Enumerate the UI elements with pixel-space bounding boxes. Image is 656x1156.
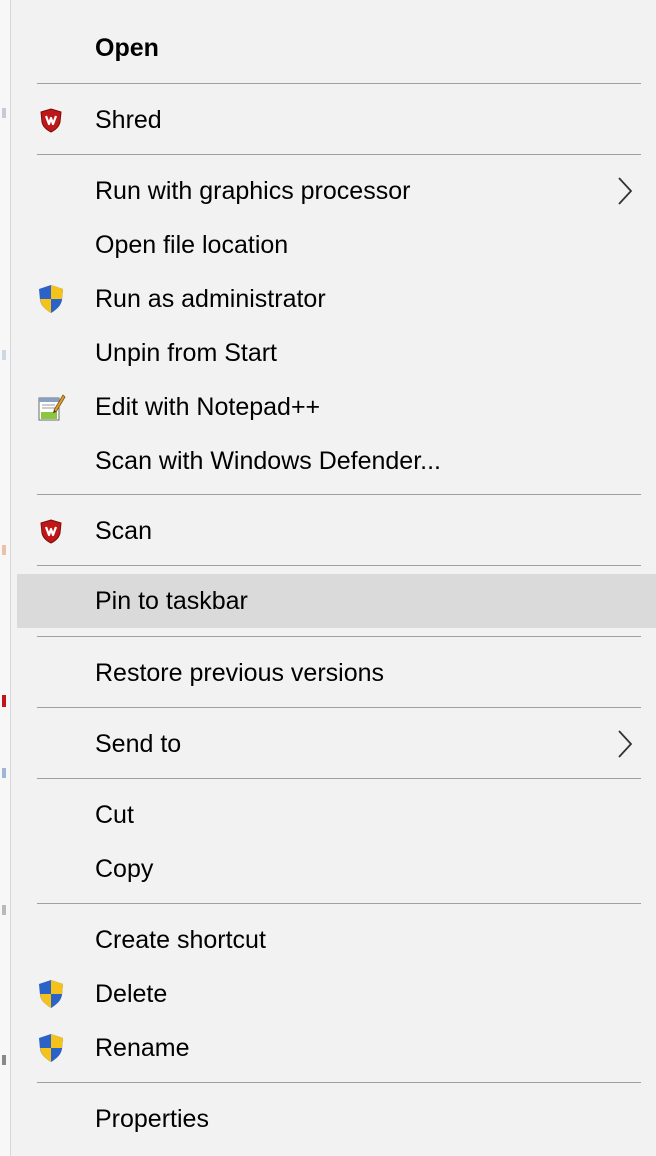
menu-item-restore-previous-versions[interactable]: Restore previous versions	[17, 646, 656, 700]
menu-item-cut[interactable]: Cut	[17, 788, 656, 842]
uac-shield-icon	[36, 979, 66, 1009]
menu-item-label: Unpin from Start	[95, 338, 278, 367]
background-window-mark	[2, 1055, 6, 1065]
chevron-right-icon	[617, 176, 633, 206]
background-window-mark	[2, 350, 6, 360]
menu-item-open-file-location[interactable]: Open file location	[17, 218, 656, 272]
uac-shield-icon	[36, 1033, 66, 1063]
screen: Open Shred Run with graphics processor O…	[0, 0, 656, 1156]
menu-item-label: Delete	[95, 979, 168, 1008]
background-window-mark	[2, 695, 6, 707]
menu-item-label: Properties	[95, 1104, 209, 1133]
menu-item-label: Copy	[95, 854, 154, 883]
menu-separator	[37, 154, 641, 155]
menu-item-label: Cut	[95, 800, 134, 829]
menu-item-label: Open	[95, 33, 159, 62]
menu-item-label: Open file location	[95, 230, 289, 259]
menu-item-shred[interactable]: Shred	[17, 93, 656, 147]
mcafee-shield-icon	[36, 516, 66, 546]
context-menu: Open Shred Run with graphics processor O…	[10, 0, 656, 1156]
notepad-plus-plus-icon	[36, 392, 66, 422]
background-window-mark	[2, 108, 6, 118]
menu-item-edit-with-notepad-plus-plus[interactable]: Edit with Notepad++	[17, 380, 656, 434]
menu-item-label: Rename	[95, 1033, 190, 1062]
menu-item-open[interactable]: Open	[17, 21, 656, 75]
menu-item-label: Restore previous versions	[95, 658, 385, 687]
background-window-mark	[2, 768, 6, 778]
menu-item-label: Run with graphics processor	[95, 176, 411, 205]
background-window-edge	[0, 0, 10, 1156]
mcafee-shield-icon	[36, 105, 66, 135]
menu-item-properties[interactable]: Properties	[17, 1092, 656, 1146]
menu-item-run-as-administrator[interactable]: Run as administrator	[17, 272, 656, 326]
menu-item-label: Pin to taskbar	[95, 586, 248, 615]
menu-separator	[37, 83, 641, 84]
menu-separator	[37, 778, 641, 779]
menu-separator	[37, 565, 641, 566]
uac-shield-icon	[36, 284, 66, 314]
menu-item-send-to[interactable]: Send to	[17, 717, 656, 771]
menu-item-run-with-graphics-processor[interactable]: Run with graphics processor	[17, 164, 656, 218]
menu-item-scan-with-windows-defender[interactable]: Scan with Windows Defender...	[17, 434, 656, 488]
menu-item-label: Scan with Windows Defender...	[95, 446, 441, 475]
menu-item-label: Create shortcut	[95, 925, 266, 954]
menu-item-label: Run as administrator	[95, 284, 326, 313]
menu-separator	[37, 1082, 641, 1083]
menu-item-scan[interactable]: Scan	[17, 504, 656, 558]
menu-item-delete[interactable]: Delete	[17, 967, 656, 1021]
menu-item-label: Edit with Notepad++	[95, 392, 321, 421]
menu-separator	[37, 636, 641, 637]
menu-item-copy[interactable]: Copy	[17, 842, 656, 896]
menu-item-pin-to-taskbar[interactable]: Pin to taskbar	[17, 574, 656, 628]
menu-item-rename[interactable]: Rename	[17, 1021, 656, 1075]
menu-separator	[37, 494, 641, 495]
background-window-mark	[2, 545, 6, 555]
menu-item-unpin-from-start[interactable]: Unpin from Start	[17, 326, 656, 380]
menu-separator	[37, 707, 641, 708]
menu-item-label: Shred	[95, 105, 162, 134]
menu-item-create-shortcut[interactable]: Create shortcut	[17, 913, 656, 967]
background-window-mark	[2, 905, 6, 915]
menu-item-label: Send to	[95, 729, 182, 758]
chevron-right-icon	[617, 729, 633, 759]
menu-item-label: Scan	[95, 516, 152, 545]
menu-separator	[37, 903, 641, 904]
